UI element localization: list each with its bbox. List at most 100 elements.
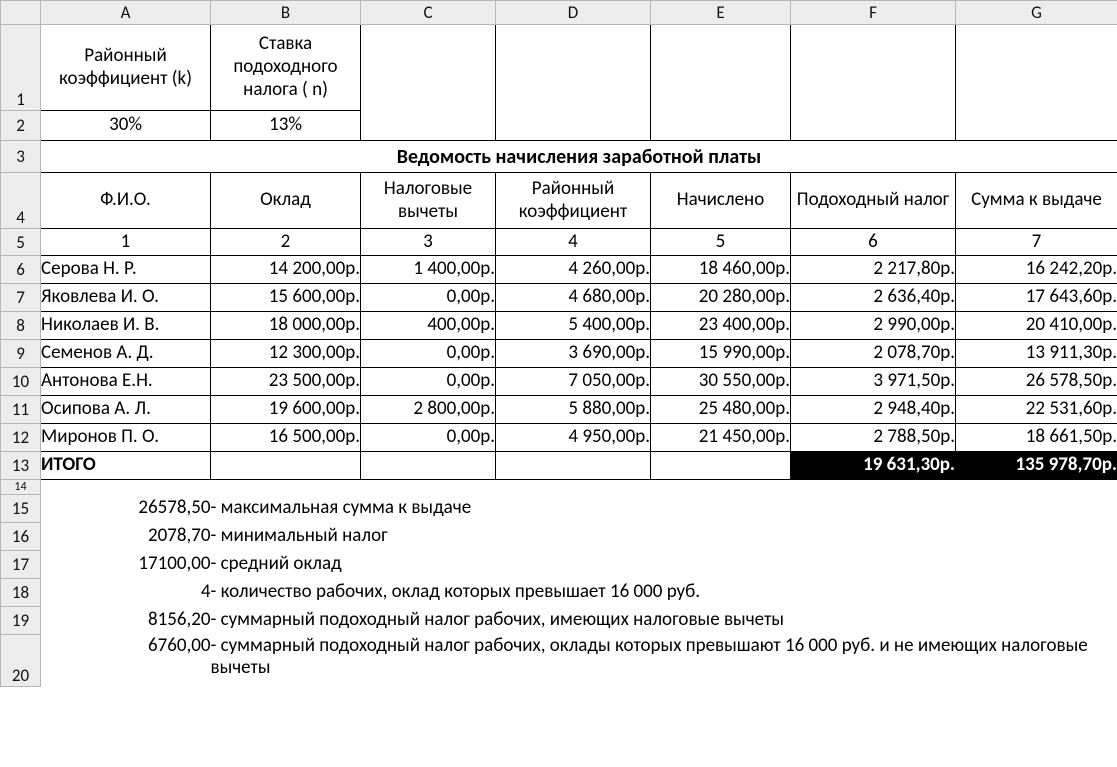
cell-A1[interactable]: Районный коэффициент (k)	[41, 25, 211, 111]
cell-D1[interactable]	[496, 25, 651, 111]
table-row[interactable]: 2 217,80р.	[791, 256, 956, 284]
cell-D13[interactable]	[496, 452, 651, 480]
th-coeff[interactable]: Районный коэффициент	[496, 173, 651, 229]
table-row[interactable]: Яковлева И. О.	[41, 284, 211, 312]
row-header-2[interactable]: 2	[1, 111, 41, 141]
table-row[interactable]: 0,00р.	[361, 368, 496, 396]
table-row[interactable]: 19 600,00р.	[211, 396, 361, 424]
table-row[interactable]: Серова Н. Р.	[41, 256, 211, 284]
colnum-4[interactable]: 4	[496, 229, 651, 256]
cell-B2[interactable]: 13%	[211, 111, 361, 141]
stat-value-1[interactable]: 26578,50	[41, 495, 211, 523]
table-row[interactable]: 3 971,50р.	[791, 368, 956, 396]
row-header-3[interactable]: 3	[1, 141, 41, 173]
table-row[interactable]: 20 410,00р.	[956, 312, 1117, 340]
th-tax[interactable]: Подоходный налог	[791, 173, 956, 229]
table-row[interactable]: 26 578,50р.	[956, 368, 1117, 396]
stat-value-6[interactable]: 6760,00	[41, 635, 211, 687]
row-header-14[interactable]: 14	[1, 480, 41, 495]
table-row[interactable]: 15 990,00р.	[651, 340, 791, 368]
col-header-A[interactable]: A	[41, 1, 211, 25]
table-row[interactable]: 12 300,00р.	[211, 340, 361, 368]
row-header-17[interactable]: 17	[1, 551, 41, 579]
table-row[interactable]: 30 550,00р.	[651, 368, 791, 396]
row-header-15[interactable]: 15	[1, 495, 41, 523]
cell-E1[interactable]	[651, 25, 791, 111]
cell-A2[interactable]: 30%	[41, 111, 211, 141]
colnum-3[interactable]: 3	[361, 229, 496, 256]
th-payout[interactable]: Сумма к выдаче	[956, 173, 1117, 229]
colnum-7[interactable]: 7	[956, 229, 1117, 256]
th-name[interactable]: Ф.И.О.	[41, 173, 211, 229]
col-header-C[interactable]: C	[361, 1, 496, 25]
table-row[interactable]: 4 950,00р.	[496, 424, 651, 452]
total-label[interactable]: ИТОГО	[41, 452, 211, 480]
table-row[interactable]: 23 500,00р.	[211, 368, 361, 396]
row-header-8[interactable]: 8	[1, 312, 41, 340]
row-header-12[interactable]: 12	[1, 424, 41, 452]
table-row[interactable]: 4 680,00р.	[496, 284, 651, 312]
th-accrued[interactable]: Начислено	[651, 173, 791, 229]
table-row[interactable]: 400,00р.	[361, 312, 496, 340]
table-row[interactable]: Осипова А. Л.	[41, 396, 211, 424]
table-row[interactable]: 2 636,40р.	[791, 284, 956, 312]
total-payout[interactable]: 135 978,70р.	[956, 452, 1117, 480]
row-header-20[interactable]: 20	[1, 635, 41, 687]
col-header-F[interactable]: F	[791, 1, 956, 25]
table-row[interactable]: 18 000,00р.	[211, 312, 361, 340]
cell-C2[interactable]	[361, 111, 496, 141]
table-row[interactable]: 1 400,00р.	[361, 256, 496, 284]
stat-text-2[interactable]: - минимальный налог	[211, 523, 1117, 551]
row-header-13[interactable]: 13	[1, 452, 41, 480]
cell-E2[interactable]	[651, 111, 791, 141]
colnum-2[interactable]: 2	[211, 229, 361, 256]
stat-text-1[interactable]: - максимальная сумма к выдаче	[211, 495, 1117, 523]
table-row[interactable]: 5 880,00р.	[496, 396, 651, 424]
cell-C13[interactable]	[361, 452, 496, 480]
table-row[interactable]: 2 078,70р.	[791, 340, 956, 368]
table-row[interactable]: 16 500,00р.	[211, 424, 361, 452]
table-row[interactable]: 13 911,30р.	[956, 340, 1117, 368]
table-row[interactable]: 0,00р.	[361, 284, 496, 312]
table-row[interactable]: 2 948,40р.	[791, 396, 956, 424]
stat-value-5[interactable]: 8156,20	[41, 607, 211, 635]
table-row[interactable]: 22 531,60р.	[956, 396, 1117, 424]
cell-B1[interactable]: Ставка подоходного налога ( n)	[211, 25, 361, 111]
row-header-19[interactable]: 19	[1, 607, 41, 635]
table-row[interactable]: 23 400,00р.	[651, 312, 791, 340]
table-row[interactable]: 7 050,00р.	[496, 368, 651, 396]
table-row[interactable]: 21 450,00р.	[651, 424, 791, 452]
row-header-10[interactable]: 10	[1, 368, 41, 396]
col-header-B[interactable]: B	[211, 1, 361, 25]
table-row[interactable]: 18 460,00р.	[651, 256, 791, 284]
cell-E13[interactable]	[651, 452, 791, 480]
stat-value-3[interactable]: 17100,00	[41, 551, 211, 579]
table-row[interactable]: Миронов П. О.	[41, 424, 211, 452]
table-row[interactable]: Антонова Е.Н.	[41, 368, 211, 396]
colnum-5[interactable]: 5	[651, 229, 791, 256]
row-header-11[interactable]: 11	[1, 396, 41, 424]
col-header-E[interactable]: E	[651, 1, 791, 25]
colnum-6[interactable]: 6	[791, 229, 956, 256]
cell-G2[interactable]	[956, 111, 1117, 141]
cell-row14[interactable]	[41, 480, 1117, 495]
row-header-16[interactable]: 16	[1, 523, 41, 551]
cell-F1[interactable]	[791, 25, 956, 111]
table-row[interactable]: 2 990,00р.	[791, 312, 956, 340]
sheet-title[interactable]: Ведомость начисления заработной платы	[41, 141, 1117, 173]
table-row[interactable]: 20 280,00р.	[651, 284, 791, 312]
stat-text-5[interactable]: - суммарный подоходный налог рабочих, им…	[211, 607, 1117, 635]
col-header-G[interactable]: G	[956, 1, 1117, 25]
cell-B13[interactable]	[211, 452, 361, 480]
th-deduct[interactable]: Налоговые вычеты	[361, 173, 496, 229]
stat-text-4[interactable]: - количество рабочих, оклад которых прев…	[211, 579, 1117, 607]
select-all-corner[interactable]	[1, 1, 41, 25]
table-row[interactable]: 0,00р.	[361, 424, 496, 452]
stat-value-4[interactable]: 4	[41, 579, 211, 607]
stat-text-3[interactable]: - средний оклад	[211, 551, 1117, 579]
stat-text-6[interactable]: - суммарный подоходный налог рабочих, ок…	[211, 635, 1117, 687]
row-header-1[interactable]: 1	[1, 25, 41, 111]
row-header-4[interactable]: 4	[1, 173, 41, 229]
row-header-7[interactable]: 7	[1, 284, 41, 312]
cell-C1[interactable]	[361, 25, 496, 111]
